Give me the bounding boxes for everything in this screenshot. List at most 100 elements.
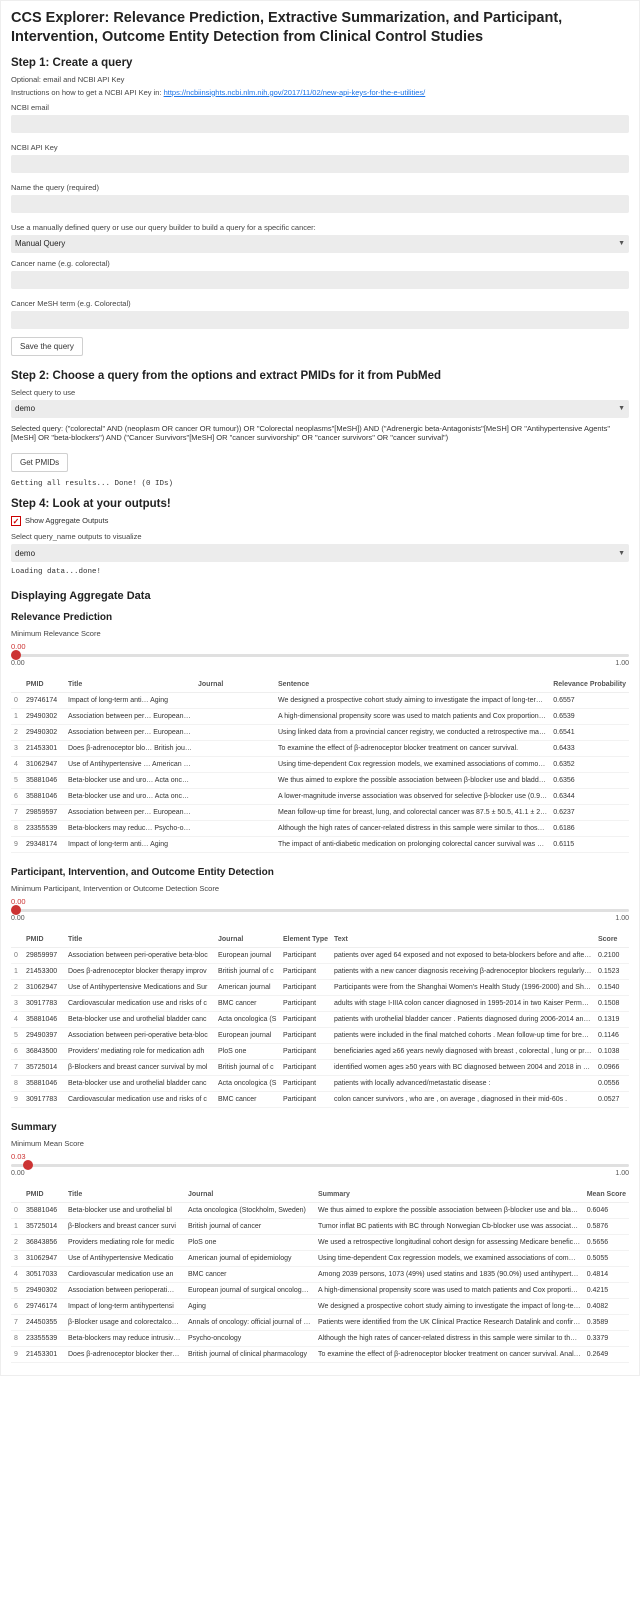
step4-heading: Step 4: Look at your outputs! (11, 498, 629, 510)
table-cell: Using linked data from a provincial canc… (275, 725, 550, 741)
table-cell: 9 (11, 1092, 23, 1108)
summary-slider[interactable]: 0.03 0.00 1.00 (11, 1152, 629, 1177)
table-row: 929348174Impact of long-term anti… Aging… (11, 837, 629, 853)
table-cell: 35725014 (23, 1060, 65, 1076)
table-cell (195, 725, 275, 741)
table-cell: 30917783 (23, 996, 65, 1012)
ncbi-api-input[interactable] (11, 155, 629, 173)
table-cell: 29490302 (23, 709, 65, 725)
table-row: 435881046Beta-blocker use and urothelial… (11, 1012, 629, 1028)
manual-query-select[interactable]: Manual Query ▼ (11, 235, 629, 253)
table-cell: Beta-blocker use and uro… Acta oncologic… (65, 789, 195, 805)
table-cell: Participant (280, 1076, 331, 1092)
cancer-name-input[interactable] (11, 271, 629, 289)
table-cell: Beta-blocker use and uro… Acta oncologic… (65, 773, 195, 789)
api-key-link[interactable]: https://ncbiinsights.ncbi.nlm.nih.gov/20… (164, 88, 426, 97)
table-cell: patients with a new cancer diagnosis rec… (331, 964, 595, 980)
table-cell: 0.3589 (584, 1315, 629, 1331)
table-cell: 35881046 (23, 789, 65, 805)
table-cell: colon cancer survivors , who are , on av… (331, 1092, 595, 1108)
column-header: Relevance Probability (550, 677, 629, 693)
table-cell: 36843856 (23, 1235, 65, 1251)
table-cell: 9 (11, 837, 23, 853)
table-cell: 0.3379 (584, 1331, 629, 1347)
selected-query-text: Selected query: ("colorectal" AND (neopl… (11, 424, 629, 444)
table-cell: 0.6539 (550, 709, 629, 725)
table-cell: 0.6433 (550, 741, 629, 757)
column-header: Title (65, 1187, 185, 1203)
pio-slider[interactable]: 0.00 0.00 1.00 (11, 897, 629, 922)
table-cell: Impact of long-term anti… Aging (65, 837, 195, 853)
table-cell: 29746174 (23, 693, 65, 709)
pio-slider-label: Minimum Participant, Intervention or Out… (11, 884, 629, 893)
table-cell: 5 (11, 773, 23, 789)
table-cell: 0.1038 (595, 1044, 629, 1060)
table-row: 236843856Providers mediating role for me… (11, 1235, 629, 1251)
relevance-slider[interactable]: 0.00 0.00 1.00 (11, 642, 629, 667)
relevance-table: PMIDTitleJournalSentenceRelevance Probab… (11, 677, 629, 853)
column-header: PMID (23, 932, 65, 948)
pio-heading: Participant, Intervention, and Outcome E… (11, 867, 629, 878)
ncbi-email-input[interactable] (11, 115, 629, 133)
table-cell: 31062947 (23, 1251, 65, 1267)
table-cell: Aging (185, 1299, 315, 1315)
save-query-button[interactable]: Save the query (11, 337, 83, 356)
loading-status: Loading data...done! (11, 568, 629, 576)
table-cell: 1 (11, 1219, 23, 1235)
table-row: 431062947Use of Antihypertensive … Ameri… (11, 757, 629, 773)
table-cell (195, 757, 275, 773)
table-cell: 0 (11, 693, 23, 709)
table-row: 921453301Does β-adrenoceptor blocker the… (11, 1347, 629, 1363)
table-cell: 31062947 (23, 757, 65, 773)
table-cell: beneficiaries aged ≥66 years newly diagn… (331, 1044, 595, 1060)
table-cell: Participant (280, 1092, 331, 1108)
table-cell: identified women ages ≥50 years with BC … (331, 1060, 595, 1076)
table-cell: Does β-adrenoceptor blocker ther… (65, 1347, 185, 1363)
table-cell: Mean follow-up time for breast, lung, an… (275, 805, 550, 821)
column-header: Summary (315, 1187, 584, 1203)
column-header: Sentence (275, 677, 550, 693)
get-pmids-button[interactable]: Get PMIDs (11, 453, 68, 472)
table-cell: 6 (11, 1299, 23, 1315)
table-cell: Beta-blocker use and urothelial bladder … (65, 1076, 215, 1092)
table-cell: 6 (11, 789, 23, 805)
relevance-slider-label: Minimum Relevance Score (11, 629, 629, 638)
table-cell: Acta oncologica (S (215, 1076, 280, 1092)
chevron-down-icon: ▼ (618, 405, 625, 412)
table-cell: European journal of surgical oncology: t… (185, 1283, 315, 1299)
show-aggregate-checkbox[interactable]: ✓ (11, 516, 21, 526)
ncbi-api-label: NCBI API Key (11, 143, 629, 152)
aggregate-heading: Displaying Aggregate Data (11, 590, 629, 602)
table-cell: American journal (215, 980, 280, 996)
column-header: Title (65, 677, 195, 693)
ncbi-email-label: NCBI email (11, 103, 629, 112)
table-cell: We designed a prospective cohort study a… (315, 1299, 584, 1315)
table-cell: 7 (11, 1060, 23, 1076)
output-select-dropdown[interactable]: demo ▼ (11, 544, 629, 562)
table-row: 135725014β-Blockers and breast cancer su… (11, 1219, 629, 1235)
table-cell: Participant (280, 1028, 331, 1044)
table-cell: 8 (11, 1331, 23, 1347)
table-cell: β-Blockers and breast cancer survi (65, 1219, 185, 1235)
select-query-dropdown[interactable]: demo ▼ (11, 400, 629, 418)
table-cell: 9 (11, 1347, 23, 1363)
query-name-input[interactable] (11, 195, 629, 213)
table-cell: 5 (11, 1283, 23, 1299)
table-cell: Use of Antihypertensive … American journ… (65, 757, 195, 773)
cancer-mesh-input[interactable] (11, 311, 629, 329)
table-row: 629746174Impact of long-term antihyperte… (11, 1299, 629, 1315)
table-cell: Acta oncologica (Stockholm, Sweden) (185, 1203, 315, 1219)
column-header: Title (65, 932, 215, 948)
table-row: 430517033Cardiovascular medication use a… (11, 1267, 629, 1283)
table-row: 029746174Impact of long-term anti… Aging… (11, 693, 629, 709)
table-cell (195, 709, 275, 725)
table-cell: Association between per… European journa… (65, 709, 195, 725)
table-cell: 35881046 (23, 1203, 65, 1219)
table-cell: PloS one (185, 1235, 315, 1251)
table-cell: 21453301 (23, 741, 65, 757)
table-cell: 0.1146 (595, 1028, 629, 1044)
instructions-line: Instructions on how to get a NCBI API Ke… (11, 88, 629, 97)
table-cell: 29859997 (23, 948, 65, 964)
table-row: 835881046Beta-blocker use and urothelial… (11, 1076, 629, 1092)
table-cell: Participants were from the Shanghai Wome… (331, 980, 595, 996)
